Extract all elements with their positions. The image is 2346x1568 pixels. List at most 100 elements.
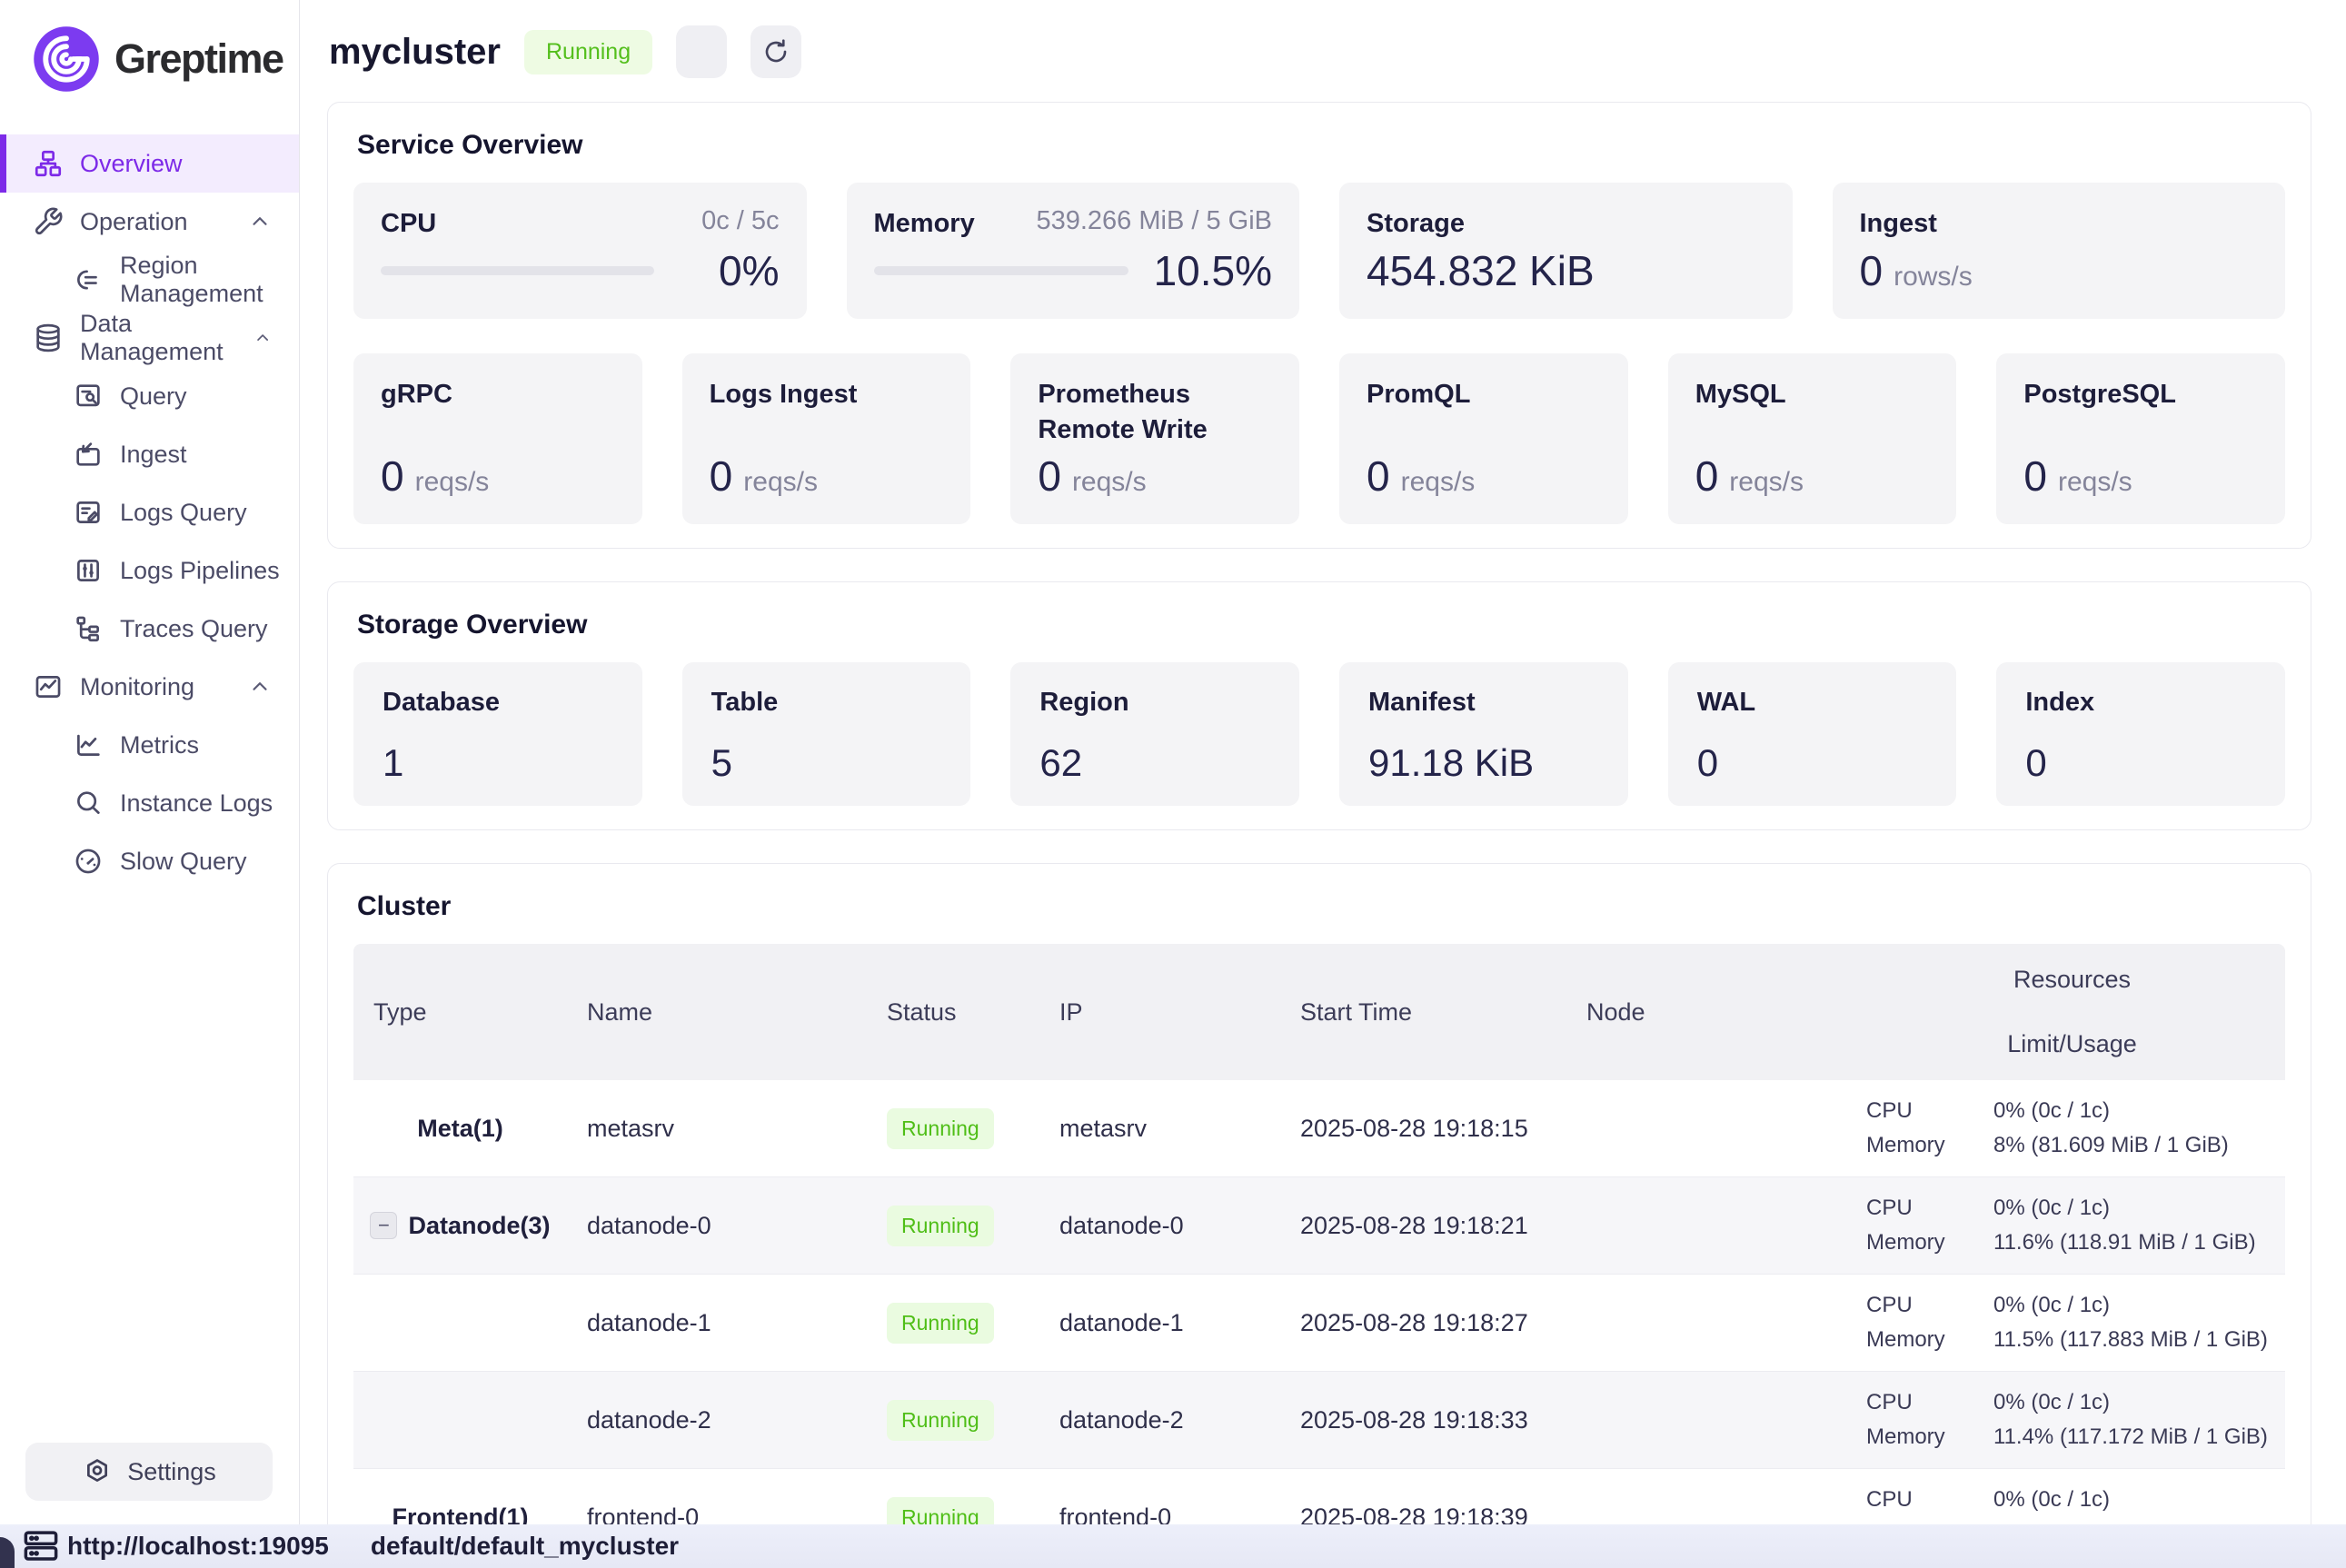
table-row-datanode-0: − Datanode(3) datanode-0 Running datanod… — [353, 1177, 2285, 1275]
storage-stat-value: 91.18 KiB — [1368, 741, 1599, 785]
settings-button[interactable]: Settings — [25, 1443, 273, 1501]
cpu-resource-value: 0% (0c / 1c) — [1993, 1390, 2285, 1415]
row-type: − Datanode(3) — [353, 1212, 567, 1240]
slow-query-icon — [73, 846, 104, 877]
protocol-label: MySQL — [1695, 377, 1930, 412]
storage-card: Storage 454.832 KiB — [1339, 183, 1793, 319]
storage-stat-label: Index — [2025, 688, 2256, 718]
col-header-status: Status — [867, 998, 1039, 1027]
chevron-up-icon — [253, 326, 272, 350]
sidebar-group-label: Data Management — [80, 310, 237, 366]
page-header: mycluster Running — [329, 25, 2311, 78]
traces-query-icon — [73, 613, 104, 644]
sidebar-item-ingest[interactable]: Ingest — [0, 425, 299, 483]
status-badge: Running — [887, 1206, 994, 1246]
ingest-icon — [73, 439, 104, 470]
storage-stat-value: 0 — [1697, 741, 1928, 785]
cpu-resource-value: 0% (0c / 1c) — [1993, 1487, 2285, 1513]
refresh-icon — [761, 37, 790, 66]
greptime-logo-icon — [31, 24, 102, 94]
memory-resource-label: Memory — [1866, 1230, 1993, 1255]
cpu-resource-label: CPU — [1866, 1196, 1993, 1221]
cluster-status-badge: Running — [524, 30, 652, 74]
memory-resource-value: 11.5% (117.883 MiB / 1 GiB) — [1993, 1327, 2285, 1353]
protocol-card-row: gRPC 0 reqs/s Logs Ingest 0 reqs/s Prome… — [353, 353, 2285, 524]
pause-button[interactable] — [676, 25, 727, 78]
resources-header-label: Resources — [2013, 966, 2131, 994]
sidebar-item-label: Region Management — [120, 252, 299, 308]
memory-percent: 10.5% — [1154, 246, 1272, 295]
cpu-resource-value: 0% (0c / 1c) — [1993, 1196, 2285, 1221]
query-icon — [73, 381, 104, 412]
memory-resource-value: 11.4% (117.172 MiB / 1 GiB) — [1993, 1424, 2285, 1450]
row-ip: datanode-1 — [1039, 1309, 1280, 1337]
row-resources: CPU 0% (0c / 1c) Memory 11.4% (117.172 M… — [1839, 1372, 2285, 1468]
sidebar-group-label: Monitoring — [80, 673, 194, 701]
sidebar-group-monitoring[interactable]: Monitoring — [0, 658, 299, 716]
cpu-card: CPU 0c / 5c 0% — [353, 183, 807, 319]
metric-card-row: CPU 0c / 5c 0% Memory 539.266 MiB / 5 Gi… — [353, 183, 2285, 319]
cluster-table: Type Name Status IP Start Time Node Reso… — [353, 944, 2285, 1566]
status-badge: Running — [887, 1108, 994, 1149]
sidebar-group-data-management[interactable]: Data Management — [0, 309, 299, 367]
monitoring-icon — [33, 671, 64, 702]
wrench-icon — [33, 206, 64, 237]
current-database: default/default_mycluster — [371, 1532, 679, 1561]
col-header-ip: IP — [1039, 998, 1280, 1027]
sidebar-item-logs-query[interactable]: Logs Query — [0, 483, 299, 541]
prometheus-remote-write-card: Prometheus Remote Write 0 reqs/s — [1010, 353, 1299, 524]
row-type-label: Datanode(3) — [408, 1212, 550, 1240]
storage-stat-value: 5 — [711, 741, 942, 785]
memory-resource-value: 8% (81.609 MiB / 1 GiB) — [1993, 1133, 2285, 1158]
sidebar-item-label: Instance Logs — [120, 789, 273, 818]
greptime-logo: Greptime — [0, 24, 299, 94]
protocol-label: PostgreSQL — [2023, 377, 2258, 412]
cpu-percent: 0% — [680, 246, 780, 295]
cpu-resource-value: 0% (0c / 1c) — [1993, 1293, 2285, 1318]
protocol-unit: reqs/s — [1401, 467, 1476, 498]
logs-pipelines-icon — [73, 555, 104, 586]
sidebar-item-label: Logs Query — [120, 499, 247, 527]
sidebar-group-operation[interactable]: Operation — [0, 193, 299, 251]
col-header-start-time: Start Time — [1280, 998, 1566, 1027]
sidebar-item-slow-query[interactable]: Slow Query — [0, 832, 299, 890]
storage-card-row: Database 1 Table 5 Region 62 Manifest 91… — [353, 662, 2285, 806]
memory-resource-value: 11.6% (118.91 MiB / 1 GiB) — [1993, 1230, 2285, 1255]
mysql-card: MySQL 0 reqs/s — [1668, 353, 1957, 524]
sidebar-item-label: Logs Pipelines — [120, 557, 280, 585]
sidebar-item-metrics[interactable]: Metrics — [0, 716, 299, 774]
refresh-button[interactable] — [751, 25, 801, 78]
cpu-resource-label: CPU — [1866, 1487, 1993, 1513]
table-row-datanode-2: datanode-2 Running datanode-2 2025-08-28… — [353, 1372, 2285, 1469]
logs-ingest-card: Logs Ingest 0 reqs/s — [682, 353, 971, 524]
wal-card: WAL 0 — [1668, 662, 1957, 806]
sidebar-item-traces-query[interactable]: Traces Query — [0, 600, 299, 658]
protocol-value: 0 — [710, 452, 733, 501]
ingest-value: 0 — [1860, 246, 1884, 295]
storage-stat-value: 62 — [1039, 741, 1270, 785]
main-content: mycluster Running Service Overview CPU 0… — [300, 0, 2346, 1568]
row-start-time: 2025-08-28 19:18:15 — [1280, 1115, 1566, 1143]
row-ip: datanode-0 — [1039, 1212, 1280, 1240]
protocol-label: PromQL — [1367, 377, 1601, 412]
collapse-datanode-button[interactable]: − — [370, 1212, 397, 1239]
storage-stat-label: Table — [711, 688, 942, 718]
sidebar-item-query[interactable]: Query — [0, 367, 299, 425]
sidebar-item-logs-pipelines[interactable]: Logs Pipelines — [0, 541, 299, 600]
sidebar-item-overview[interactable]: Overview — [0, 134, 299, 193]
table-card: Table 5 — [682, 662, 971, 806]
row-resources: CPU 0% (0c / 1c) Memory 8% (81.609 MiB /… — [1839, 1080, 2285, 1176]
settings-label: Settings — [127, 1458, 216, 1486]
protocol-unit: reqs/s — [2058, 467, 2132, 498]
col-header-resources: Resources Limit/Usage — [1839, 966, 2285, 1058]
sidebar-item-instance-logs[interactable]: Instance Logs — [0, 774, 299, 832]
sidebar-item-label: Overview — [80, 150, 183, 178]
protocol-label: Prometheus Remote Write — [1038, 377, 1272, 448]
ingest-card: Ingest 0 rows/s — [1833, 183, 2286, 319]
chevron-up-icon — [248, 675, 272, 699]
sidebar-item-region-management[interactable]: Region Management — [0, 251, 299, 309]
table-row-datanode-1: datanode-1 Running datanode-1 2025-08-28… — [353, 1275, 2285, 1372]
col-header-name: Name — [567, 998, 867, 1027]
cpu-label: CPU — [381, 206, 436, 242]
database-icon — [33, 323, 64, 353]
